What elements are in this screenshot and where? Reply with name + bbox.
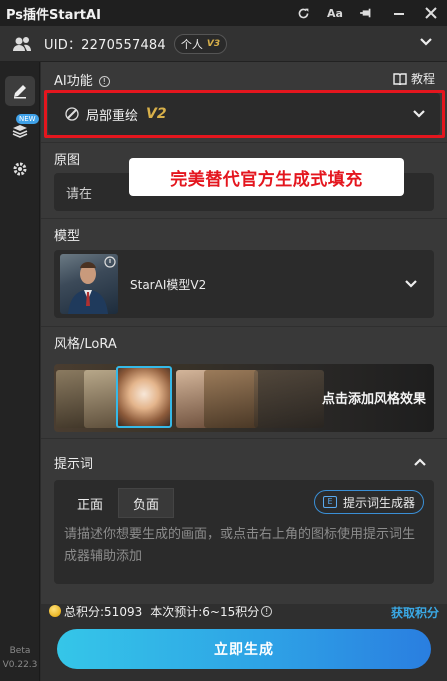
- add-style-cta[interactable]: 点击添加风格效果: [322, 388, 426, 407]
- source-image-label: 原图: [54, 153, 81, 168]
- book-icon: [393, 72, 407, 85]
- beta-label: Beta: [9, 646, 31, 656]
- ai-function-label: AI功能!: [54, 70, 110, 89]
- footer: 总积分:51093 本次预计:6~15积分 ! 获取积分 立即生成: [41, 604, 447, 681]
- main-panel: AI功能! 教程 局部重绘 V2 原图 请在 完美替代官方生成式填充 模型 St…: [41, 62, 447, 604]
- prompt-input[interactable]: 请描述你想要生成的画面，或点击右上角的图标使用提示词生成器辅助添加: [64, 524, 424, 568]
- coin-icon: [49, 605, 61, 617]
- model-select[interactable]: StarAI模型V2: [54, 250, 434, 318]
- app-title: Ps插件StartAI: [6, 7, 101, 23]
- tutorial-label: 教程: [410, 72, 435, 86]
- tab-negative[interactable]: 负面: [118, 488, 174, 518]
- new-badge: NEW: [16, 114, 39, 124]
- prompt-editor: 正面 负面 E 提示词生成器 请描述你想要生成的画面，或点击右上角的图标使用提示…: [54, 480, 434, 584]
- chevron-down-icon: [405, 280, 417, 288]
- minimize-icon[interactable]: [383, 0, 415, 26]
- edit-icon: [14, 85, 26, 99]
- style-thumbnail: [204, 370, 258, 428]
- uid-label: UID：2270557484: [44, 38, 166, 53]
- feature-callout: 完美替代官方生成式填充: [129, 158, 404, 196]
- prompt-generator-label: 提示词生成器: [342, 495, 415, 510]
- users-icon: [13, 36, 31, 51]
- estimated-cost: 本次预计:6~15积分: [150, 604, 260, 619]
- refresh-icon[interactable]: [287, 0, 319, 26]
- gear-icon: [13, 162, 27, 176]
- prompt-generator-icon: E: [322, 496, 337, 508]
- plan-badge[interactable]: 个人 V3: [173, 33, 228, 54]
- tutorial-link[interactable]: 教程: [393, 70, 435, 87]
- model-thumbnail: [60, 254, 118, 314]
- get-points-link[interactable]: 获取积分: [391, 604, 439, 621]
- model-name: StarAI模型V2: [130, 278, 207, 292]
- help-icon[interactable]: !: [98, 76, 110, 87]
- version-label: V0.22.3: [2, 660, 38, 670]
- source-image-hint: 请在: [66, 187, 93, 202]
- points-info: 总积分:51093 本次预计:6~15积分 !: [49, 604, 273, 619]
- total-points: 总积分:51093: [64, 604, 143, 619]
- model-label: 模型: [54, 229, 81, 244]
- titlebar-controls: Aa: [287, 0, 447, 26]
- tab-positive[interactable]: 正面: [62, 488, 118, 518]
- tab-negative-label: 负面: [132, 497, 159, 513]
- prompt-generator-button[interactable]: E 提示词生成器: [313, 490, 424, 514]
- prompt-label: 提示词: [54, 457, 94, 472]
- generate-button[interactable]: 立即生成: [57, 629, 431, 669]
- tab-positive-label: 正面: [76, 497, 103, 513]
- sidebar-item-settings[interactable]: [5, 154, 35, 184]
- font-size-icon[interactable]: Aa: [319, 0, 351, 26]
- style-picker[interactable]: 点击添加风格效果: [54, 364, 434, 432]
- chevron-up-icon[interactable]: [413, 455, 427, 469]
- plan-name: 个人: [180, 37, 203, 51]
- style-label: 风格/LoRA: [54, 337, 117, 352]
- font-size-icon-text: Aa: [327, 6, 343, 20]
- close-icon[interactable]: [415, 0, 447, 26]
- pin-icon[interactable]: [351, 0, 383, 26]
- ai-function-label-text: AI功能: [54, 74, 93, 89]
- style-thumbnail-selected: [116, 366, 172, 428]
- title-bar: Ps插件StartAI Aa: [0, 0, 447, 26]
- highlight-outline: [44, 90, 445, 138]
- sidebar-item-edit[interactable]: [5, 76, 35, 106]
- layers-icon: [12, 125, 28, 138]
- user-bar: UID：2270557484 个人 V3: [0, 26, 447, 62]
- style-thumbnail: [254, 370, 324, 428]
- plan-version: V3: [206, 38, 221, 49]
- help-icon[interactable]: !: [261, 605, 273, 617]
- sidebar: NEW Beta V0.22.3: [0, 62, 40, 681]
- ai-function-section: AI功能! 教程 局部重绘 V2: [41, 62, 447, 142]
- chevron-down-icon[interactable]: [419, 35, 433, 49]
